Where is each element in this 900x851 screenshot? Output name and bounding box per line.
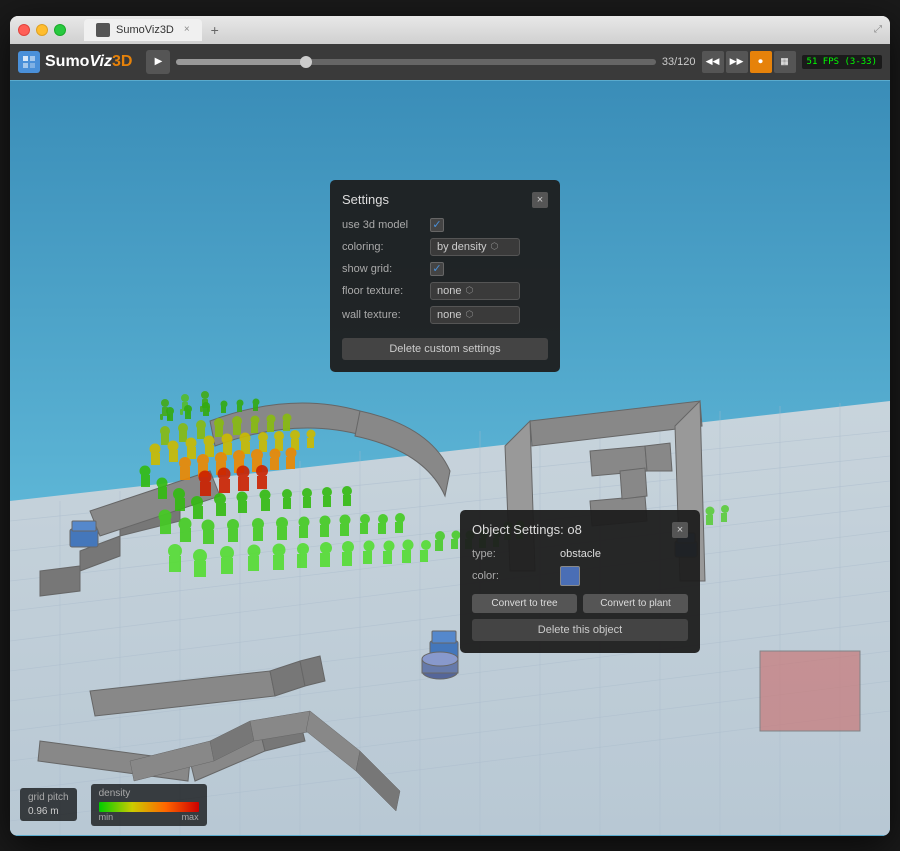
convert-to-tree-button[interactable]: Convert to tree — [472, 594, 577, 613]
object-type-value: obstacle — [560, 548, 601, 560]
tab-favicon — [96, 23, 110, 37]
object-convert-buttons: Convert to tree Convert to plant — [472, 594, 688, 613]
density-min-label: min — [99, 812, 114, 822]
show-grid-row: show grid: ✓ — [342, 262, 548, 276]
density-range-labels: min max — [99, 812, 199, 822]
show-grid-label: show grid: — [342, 263, 422, 275]
object-settings-close-button[interactable]: × — [672, 522, 688, 538]
settings-close-button[interactable]: × — [532, 192, 548, 208]
frame-counter: 33/120 — [662, 56, 696, 68]
density-color-bar — [99, 802, 199, 812]
coloring-label: coloring: — [342, 241, 422, 253]
record-button[interactable]: ⏺ — [750, 51, 772, 73]
resize-icon: ⤢ — [874, 24, 882, 35]
title-bar: SumoViz3D × + ⤢ — [10, 16, 890, 44]
minimize-button[interactable] — [36, 24, 48, 36]
tab-close-btn[interactable]: × — [184, 24, 190, 35]
settings-panel: Settings × use 3d model ✓ coloring: by d… — [330, 180, 560, 372]
tab-title: SumoViz3D — [116, 24, 174, 36]
wall-texture-select[interactable]: none ⬡ — [430, 306, 520, 324]
object-settings-title: Object Settings: o8 — [472, 522, 582, 537]
delete-object-button[interactable]: Delete this object — [472, 619, 688, 641]
close-button[interactable] — [18, 24, 30, 36]
convert-to-plant-button[interactable]: Convert to plant — [583, 594, 688, 613]
object-type-row: type: obstacle — [472, 548, 688, 560]
timeline-progress — [176, 59, 305, 65]
floor-texture-arrow: ⬡ — [465, 285, 473, 296]
floor-texture-row: floor texture: none ⬡ — [342, 282, 548, 300]
wall-texture-row: wall texture: none ⬡ — [342, 306, 548, 324]
new-tab-button[interactable]: + — [206, 21, 224, 39]
active-tab[interactable]: SumoViz3D × — [84, 19, 202, 41]
grid-pitch-label: grid pitch — [28, 792, 69, 803]
app-logo: SumoViz3D — [18, 51, 132, 73]
object-settings-header: Object Settings: o8 × — [472, 522, 688, 538]
tab-bar: SumoViz3D × + — [84, 16, 224, 44]
timeline-thumb[interactable] — [300, 56, 312, 68]
coloring-value: by density — [437, 241, 487, 253]
delete-custom-settings-button[interactable]: Delete custom settings — [342, 338, 548, 360]
density-max-label: max — [182, 812, 199, 822]
density-legend: density min max — [91, 784, 207, 826]
nav-forward-fast[interactable]: ▶▶ — [726, 51, 748, 73]
fps-badge: 51 FPS (3-33) — [802, 55, 882, 69]
timeline-track[interactable] — [176, 59, 655, 65]
app-toolbar: SumoViz3D ▶ 33/120 ◀◀ ▶▶ ⏺ ▦ 51 FPS (3-3… — [10, 44, 890, 80]
object-type-label: type: — [472, 548, 552, 560]
object-color-row: color: — [472, 566, 688, 586]
object-settings-panel: Object Settings: o8 × type: obstacle col… — [460, 510, 700, 653]
wall-texture-label: wall texture: — [342, 309, 422, 321]
show-grid-checkbox[interactable]: ✓ — [430, 262, 444, 276]
camera-button[interactable]: ▦ — [774, 51, 796, 73]
wall-texture-value: none — [437, 309, 461, 321]
settings-header: Settings × — [342, 192, 548, 208]
browser-window: SumoViz3D × + ⤢ SumoViz3D ▶ — [10, 16, 890, 836]
grid-pitch-value: 0.96 m — [28, 806, 69, 817]
coloring-select[interactable]: by density ⬡ — [430, 238, 520, 256]
density-legend-label: density — [99, 788, 199, 799]
object-color-swatch[interactable] — [560, 566, 580, 586]
floor-texture-label: floor texture: — [342, 285, 422, 297]
maximize-button[interactable] — [54, 24, 66, 36]
coloring-arrow: ⬡ — [491, 241, 499, 252]
play-button[interactable]: ▶ — [146, 50, 170, 74]
legend-bar: grid pitch 0.96 m density min max — [20, 784, 207, 826]
wall-texture-arrow: ⬡ — [465, 309, 473, 320]
nav-back-fast[interactable]: ◀◀ — [702, 51, 724, 73]
object-color-label: color: — [472, 570, 552, 582]
floor-texture-select[interactable]: none ⬡ — [430, 282, 520, 300]
logo-icon — [18, 51, 40, 73]
logo-text: SumoViz3D — [45, 53, 132, 71]
coloring-row: coloring: by density ⬡ — [342, 238, 548, 256]
floor-texture-value: none — [437, 285, 461, 297]
use-3d-model-checkbox[interactable]: ✓ — [430, 218, 444, 232]
settings-title: Settings — [342, 192, 389, 207]
grid-pitch-legend: grid pitch 0.96 m — [20, 788, 77, 821]
use-3d-model-row: use 3d model ✓ — [342, 218, 548, 232]
nav-buttons: ◀◀ ▶▶ ⏺ ▦ — [702, 51, 796, 73]
use-3d-model-label: use 3d model — [342, 219, 422, 231]
viewport[interactable]: Settings × use 3d model ✓ coloring: by d… — [10, 80, 890, 836]
